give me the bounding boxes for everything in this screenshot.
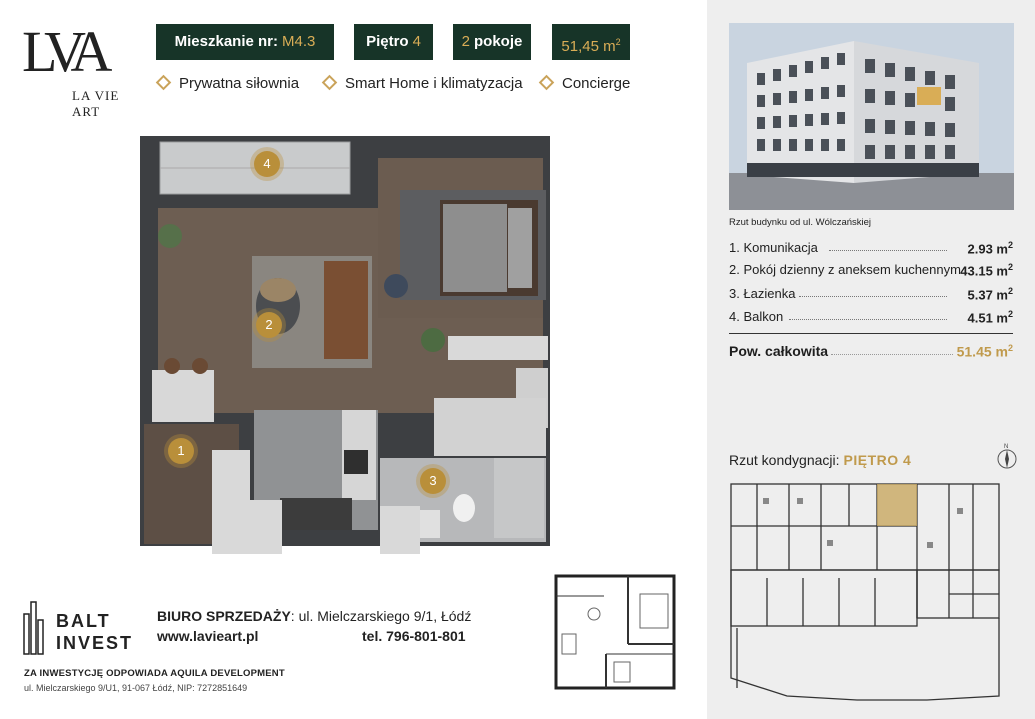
logo-text: LA VIE ART [72, 88, 120, 119]
floor-label: Piętro [366, 33, 409, 50]
divider [729, 333, 1013, 334]
balt-invest-logo: BALT INVEST [22, 600, 152, 660]
balt-invest-mark [23, 601, 44, 655]
area-value: 51,45 m2 [561, 37, 621, 55]
website-link[interactable]: www.lavieart.pl [157, 628, 258, 644]
feature-smart-home: Smart Home i klimatyzacja [321, 74, 523, 92]
logo-monogram: LVA [22, 19, 112, 84]
balt-invest-text: BALT INVEST [56, 611, 134, 653]
room-area: 2.93 m2 [967, 240, 1014, 257]
total-label: Pow. całkowita [729, 343, 829, 359]
floor-badge: Piętro 4 [354, 24, 433, 60]
rooms-badge: 2 pokoje [453, 24, 531, 60]
svg-text:N: N [1004, 444, 1008, 450]
investor-note: ZA INWESTYCJĘ ODPOWIADA AQUILA DEVELOPME… [24, 668, 285, 679]
room-area: 4.51 m2 [967, 309, 1014, 326]
floor-value: 4 [412, 33, 421, 50]
la-vie-art-logo: LVA LA VIE ART [22, 19, 142, 120]
apartment-number-badge: Mieszkanie nr: M4.3 [156, 24, 334, 60]
area-badge: 51,45 m2 [552, 24, 630, 60]
room-marker-1: 1 [168, 438, 194, 464]
diamond-icon [538, 74, 555, 90]
room-label: 2. Pokój dzienny z aneksem kuchennym [729, 262, 961, 277]
total-area-row: Pow. całkowita 51.45 m2 [729, 343, 1013, 361]
diamond-icon [155, 74, 172, 90]
room-row: 1. Komunikacja 2.93 m2 [729, 240, 1013, 258]
floor-plan-drawing [140, 136, 550, 554]
room-row: 2. Pokój dzienny z aneksem kuchennym 43.… [729, 262, 1013, 280]
room-label: 4. Balkon [729, 309, 784, 324]
company-address: ul. Mielczarskiego 9/U1, 91-067 Łódź, NI… [24, 683, 248, 693]
floor-plan-label: Rzut kondygnacji: PIĘTRO 4 [729, 452, 912, 468]
total-value: 51.45 m2 [956, 343, 1013, 360]
compass-icon: N [997, 444, 1017, 469]
room-label: 3. Łazienka [729, 286, 796, 301]
apartment-label: Mieszkanie nr: [174, 33, 278, 50]
building-floor-plan [727, 478, 1003, 706]
apartment-floor-plan-render: 4 2 1 3 [128, 128, 560, 556]
room-area: 43.15 m2 [960, 262, 1013, 279]
mini-floor-plan [554, 574, 676, 690]
sales-office: BIURO SPRZEDAŻY: ul. Mielczarskiego 9/1,… [157, 608, 472, 624]
room-row: 4. Balkon 4.51 m2 [729, 309, 1013, 327]
feature-concierge: Concierge [538, 74, 630, 92]
room-marker-3: 3 [420, 468, 446, 494]
building-caption: Rzut budynku od ul. Wólczańskiej [729, 217, 872, 228]
building-render [729, 23, 1014, 210]
phone-number[interactable]: tel. 796-801-801 [362, 628, 466, 644]
diamond-icon [321, 74, 338, 90]
left-panel: LVA LA VIE ART Mieszkanie nr: M4.3 Piętro… [0, 0, 707, 719]
room-row: 3. Łazienka 5.37 m2 [729, 286, 1013, 304]
room-label: 1. Komunikacja [729, 240, 818, 255]
rooms-label: pokoje [474, 33, 523, 50]
apartment-value: M4.3 [282, 33, 316, 50]
room-marker-4: 4 [254, 151, 280, 177]
room-marker-2: 2 [256, 312, 282, 338]
rooms-value: 2 [461, 33, 470, 50]
feature-gym: Prywatna siłownia [155, 74, 299, 92]
room-area: 5.37 m2 [967, 286, 1014, 303]
right-panel: Rzut budynku od ul. Wólczańskiej 1. Komu… [707, 0, 1035, 719]
